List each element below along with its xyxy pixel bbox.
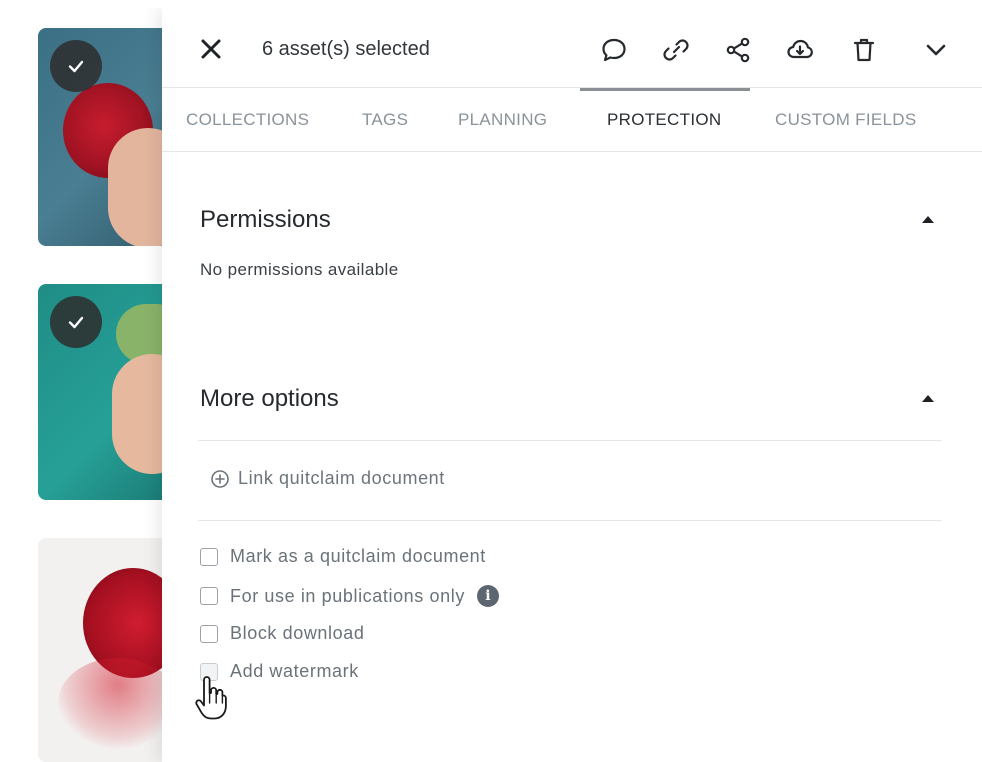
share-icon — [726, 37, 750, 63]
divider — [198, 520, 942, 521]
more-options-collapse-toggle[interactable] — [922, 395, 934, 402]
tab-custom-fields[interactable]: CUSTOM FIELDS — [775, 88, 917, 152]
publications-only-checkbox[interactable] — [200, 587, 218, 605]
cloud-download-icon — [787, 39, 813, 59]
chevron-down-icon — [926, 44, 946, 56]
app-frame: 6 asset(s) selected COLLECTIONS TAGS PLA… — [8, 8, 982, 762]
more-options-title: More options — [200, 385, 339, 412]
permissions-collapse-toggle[interactable] — [922, 216, 934, 223]
option-mark-quitclaim: Mark as a quitclaim document — [200, 546, 486, 567]
block-download-label[interactable]: Block download — [230, 623, 364, 644]
selected-check[interactable] — [50, 296, 102, 348]
asset-thumbnail[interactable] — [38, 284, 178, 500]
divider — [198, 440, 942, 441]
mark-quitclaim-label[interactable]: Mark as a quitclaim document — [230, 546, 486, 567]
close-icon — [201, 39, 221, 59]
option-block-download: Block download — [200, 623, 364, 644]
publications-only-label[interactable]: For use in publications only — [230, 586, 465, 607]
tab-collections[interactable]: COLLECTIONS — [186, 88, 309, 152]
info-icon[interactable]: i — [476, 585, 499, 607]
panel-header: 6 asset(s) selected — [162, 8, 982, 88]
mark-quitclaim-checkbox[interactable] — [200, 547, 218, 566]
download-button[interactable] — [784, 34, 816, 66]
more-actions-button[interactable] — [920, 34, 952, 66]
tab-protection[interactable]: PROTECTION — [607, 88, 721, 152]
permissions-empty-text: No permissions available — [200, 260, 399, 279]
hand-pointer-cursor-icon — [195, 676, 227, 720]
plus-circle-icon — [211, 469, 229, 488]
option-publications-only: For use in publications only i — [200, 585, 499, 607]
bulk-edit-panel: 6 asset(s) selected COLLECTIONS TAGS PLA… — [162, 8, 982, 762]
tab-planning[interactable]: PLANNING — [458, 88, 547, 152]
selected-check[interactable] — [50, 40, 102, 92]
tab-bar: COLLECTIONS TAGS PLANNING PROTECTION CUS… — [162, 88, 982, 152]
link-icon — [663, 39, 689, 61]
add-watermark-label[interactable]: Add watermark — [230, 661, 359, 682]
tab-tags[interactable]: TAGS — [362, 88, 408, 152]
splash-image — [58, 658, 178, 748]
share-button[interactable] — [722, 34, 754, 66]
asset-thumbnail[interactable] — [38, 538, 178, 762]
permissions-title: Permissions — [200, 206, 331, 233]
link-quitclaim-label: Link quitclaim document — [238, 468, 445, 488]
trash-icon — [853, 38, 875, 62]
block-download-checkbox[interactable] — [200, 624, 218, 643]
asset-thumbnail[interactable] — [38, 28, 178, 246]
comment-icon — [602, 38, 626, 62]
link-quitclaim-button[interactable]: Link quitclaim document — [210, 468, 445, 489]
check-icon — [68, 316, 84, 329]
copy-link-button[interactable] — [660, 34, 692, 66]
comment-button[interactable] — [598, 34, 630, 66]
check-icon — [68, 60, 84, 73]
close-button[interactable] — [200, 38, 222, 60]
selection-count: 6 asset(s) selected — [262, 38, 430, 60]
delete-button[interactable] — [848, 34, 880, 66]
